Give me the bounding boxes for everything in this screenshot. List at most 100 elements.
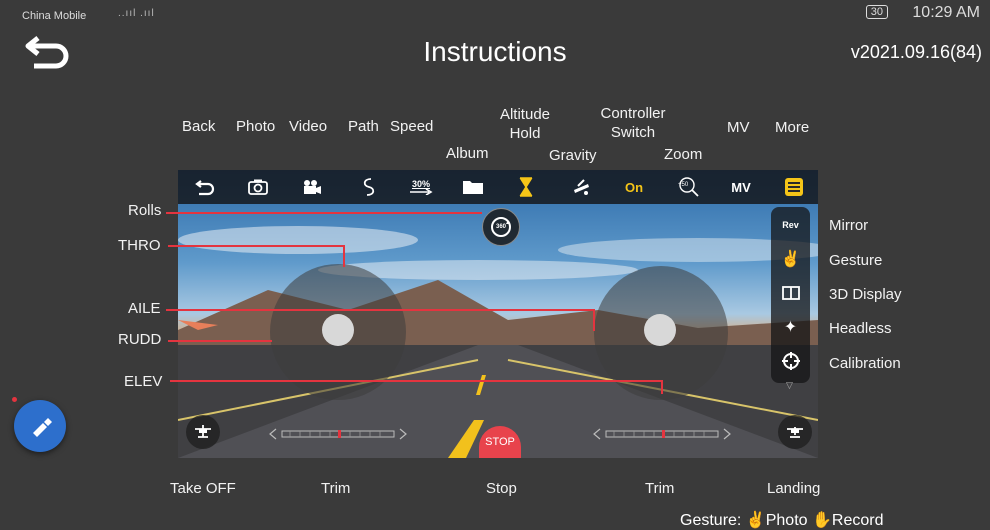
- camera-icon: [248, 179, 268, 195]
- label-speed: Speed: [390, 118, 434, 135]
- speed-value: 30%: [411, 179, 430, 189]
- version-label: v2021.09.16(84): [850, 42, 982, 62]
- controller-switch-value: On: [624, 179, 644, 195]
- toolbar-zoom-button[interactable]: +50: [674, 170, 704, 204]
- label-rolls: Rolls: [128, 202, 162, 219]
- label-photo: Photo: [236, 118, 276, 135]
- side-panel: Rev ✌ ✦: [771, 207, 810, 383]
- chevron-down-icon: ▽: [786, 380, 793, 390]
- label-stop: Stop: [486, 480, 517, 497]
- elev-leader-line: [170, 380, 662, 382]
- rolls-360-button[interactable]: 360: [482, 208, 520, 246]
- open-hand-icon: ✋: [812, 512, 832, 529]
- label-zoom: Zoom: [664, 146, 703, 163]
- aile-leader-line-vertical: [593, 309, 595, 331]
- label-altitude-hold: Altitude Hold: [499, 106, 551, 142]
- toolbar-controller-switch-button[interactable]: On: [617, 170, 651, 204]
- label-controller-switch: Controller Switch: [600, 105, 666, 141]
- victory-hand-icon: ✌: [745, 512, 766, 529]
- label-rudd: RUDD: [118, 331, 162, 348]
- label-thro: THRO: [118, 237, 161, 254]
- stop-button-label: STOP: [485, 436, 515, 448]
- 3d-display-button[interactable]: [771, 278, 810, 308]
- video-camera-icon: [304, 180, 321, 194]
- label-landing: Landing: [767, 480, 821, 497]
- toolbar-altitude-hold-button[interactable]: [511, 170, 541, 204]
- label-gravity: Gravity: [549, 147, 597, 164]
- label-mirror: Mirror: [829, 217, 869, 234]
- mv-value: MV: [731, 179, 751, 195]
- label-3d-display: 3D Display: [829, 286, 902, 303]
- right-trim-slider[interactable]: [592, 427, 732, 440]
- calibration-button[interactable]: [771, 346, 810, 376]
- label-aile: AILE: [128, 300, 161, 317]
- return-arrow-icon: [195, 180, 215, 196]
- label-headless: Headless: [829, 320, 892, 337]
- toolbar-more-button[interactable]: [779, 170, 809, 204]
- label-mv: MV: [727, 119, 750, 136]
- label-video: Video: [289, 118, 328, 135]
- gesture-record-label: Record: [831, 512, 884, 529]
- status-bar: China Mobile ..ııl .ııl 30 10:29 AM: [0, 0, 990, 26]
- floating-brush-button[interactable]: [14, 400, 66, 452]
- label-path: Path: [348, 118, 379, 135]
- gesture-prefix: Gesture:: [680, 512, 742, 529]
- elev-leader-line-vertical: [661, 380, 663, 394]
- left-joystick-knob[interactable]: [322, 314, 354, 346]
- thro-leader-line: [168, 245, 344, 247]
- folder-icon: [463, 181, 483, 194]
- carrier-name: China Mobile: [22, 10, 87, 22]
- rolls-leader-line: [166, 212, 482, 214]
- toolbar-video-button[interactable]: [297, 170, 327, 204]
- rolls-value: 360: [495, 224, 506, 230]
- right-joystick-knob[interactable]: [644, 314, 676, 346]
- split-screen-icon: [781, 286, 800, 300]
- toolbar-speed-button[interactable]: 30%: [404, 170, 438, 204]
- gesture-photo-label: Photo: [765, 512, 808, 529]
- toolbar-photo-button[interactable]: [243, 170, 273, 204]
- battery-icon: 30: [865, 5, 888, 19]
- toolbar-gravity-button[interactable]: [566, 170, 596, 204]
- crosshair-icon: [781, 352, 800, 370]
- label-back: Back: [182, 118, 216, 135]
- left-trim-slider[interactable]: [268, 427, 408, 440]
- drone-takeoff-icon: [195, 425, 211, 438]
- drone-landing-icon: [787, 427, 803, 438]
- label-album: Album: [446, 145, 489, 162]
- thro-leader-line-vertical: [343, 245, 345, 267]
- trim-scale-icon: [593, 428, 731, 440]
- clock: 10:29 AM: [912, 4, 980, 21]
- notification-dot: [12, 397, 17, 402]
- gesture-footer: Gesture: ✌Photo ✋Record: [680, 510, 884, 530]
- headless-button[interactable]: ✦: [771, 312, 810, 342]
- mirror-button[interactable]: Rev: [771, 210, 810, 240]
- compass-star-icon: ✦: [783, 319, 798, 336]
- hourglass-icon: [519, 177, 533, 197]
- toolbar-album-button[interactable]: [458, 170, 488, 204]
- path-icon: [363, 178, 375, 196]
- zoom-value: +50: [678, 182, 689, 188]
- label-take-off: Take OFF: [170, 480, 236, 497]
- top-toolbar: 30% On +50 MV: [178, 170, 818, 204]
- label-trim-left: Trim: [321, 480, 351, 497]
- landing-button[interactable]: [778, 415, 812, 449]
- trim-scale-icon: [269, 428, 407, 440]
- gesture-button[interactable]: ✌: [771, 244, 810, 274]
- toolbar-mv-button[interactable]: MV: [726, 170, 756, 204]
- rudd-leader-line: [168, 340, 272, 342]
- label-elev: ELEV: [124, 373, 163, 390]
- take-off-button[interactable]: [186, 415, 220, 449]
- label-gesture: Gesture: [829, 252, 883, 269]
- rev-label: Rev: [782, 220, 799, 230]
- brush-icon: [33, 418, 52, 437]
- menu-grid-icon: [785, 178, 803, 196]
- toolbar-back-button[interactable]: [190, 170, 220, 204]
- victory-hand-icon: ✌: [780, 251, 801, 268]
- page-title: Instructions: [423, 36, 567, 67]
- label-calibration: Calibration: [829, 355, 901, 372]
- aile-leader-line: [166, 309, 594, 311]
- label-more: More: [775, 119, 810, 136]
- label-trim-right: Trim: [645, 480, 675, 497]
- speed-arrow-icon: [410, 189, 433, 195]
- toolbar-path-button[interactable]: [354, 170, 384, 204]
